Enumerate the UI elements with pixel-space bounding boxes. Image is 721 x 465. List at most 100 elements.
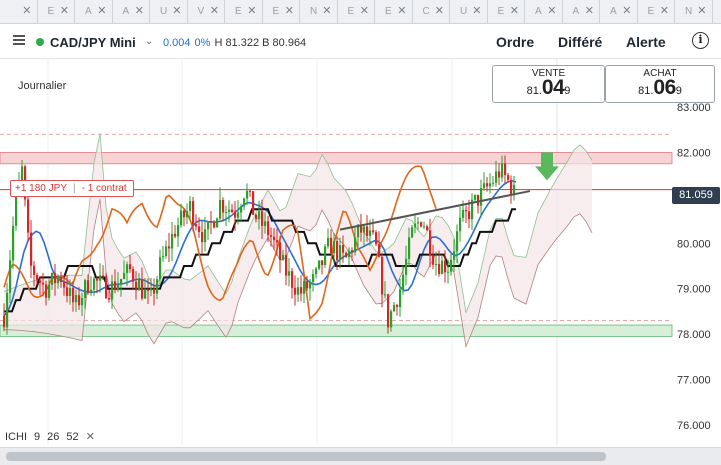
candle-body <box>405 258 408 275</box>
candle-body <box>231 209 234 213</box>
close-tab-icon[interactable]: ✕ <box>210 4 219 17</box>
instrument-tab[interactable]: ✕ <box>0 0 38 24</box>
candle-body <box>195 224 198 227</box>
candle-body <box>111 281 114 300</box>
candle-body <box>306 281 309 289</box>
close-tab-icon[interactable]: ✕ <box>172 4 181 17</box>
candle-body <box>366 226 369 236</box>
candle-body <box>27 199 30 233</box>
info-icon[interactable]: i <box>692 32 709 49</box>
close-tab-icon[interactable]: ✕ <box>622 4 631 17</box>
hamburger-menu-icon[interactable] <box>13 35 25 45</box>
candle-body <box>423 226 426 228</box>
instrument-tab[interactable]: N ✕ <box>300 0 338 24</box>
close-tab-icon[interactable]: ✕ <box>360 4 369 17</box>
candle-body <box>321 260 324 266</box>
candle-body <box>330 237 333 254</box>
candle-body <box>165 246 168 256</box>
instrument-tab[interactable]: N ✕ <box>675 0 713 24</box>
candle-body <box>261 211 264 226</box>
close-tab-icon[interactable]: ✕ <box>22 4 31 17</box>
buy-price-button[interactable]: ACHAT 81.069 <box>605 65 715 103</box>
close-tab-icon[interactable]: ✕ <box>660 4 669 17</box>
instrument-tab[interactable]: E ✕ <box>488 0 525 24</box>
candle-body <box>315 268 318 275</box>
close-tab-icon[interactable]: ✕ <box>435 4 444 17</box>
instrument-tab[interactable]: U ✕ <box>450 0 488 24</box>
instrument-symbol[interactable]: CAD/JPY Mini <box>50 35 136 50</box>
tab-label: E <box>347 6 355 17</box>
close-tab-icon[interactable]: ✕ <box>247 4 256 17</box>
close-tab-icon[interactable]: ✕ <box>472 4 481 17</box>
candle-body <box>291 271 294 288</box>
y-axis-tick-label: 80.000 <box>677 238 711 250</box>
remove-indicator-icon[interactable]: ✕ <box>86 431 95 443</box>
candle-body <box>75 295 78 303</box>
alert-button[interactable]: Alerte <box>626 34 666 50</box>
close-tab-icon[interactable]: ✕ <box>510 4 519 17</box>
instrument-tab[interactable]: A ✕ <box>113 0 150 24</box>
close-tab-icon[interactable]: ✕ <box>285 4 294 17</box>
candle-body <box>402 274 405 290</box>
instrument-tab[interactable]: U ✕ <box>150 0 188 24</box>
candle-body <box>78 295 81 306</box>
candle-body <box>129 264 132 270</box>
open-position-label[interactable]: +1 180 JPY | - 1 contrat <box>10 180 134 197</box>
candle-body <box>393 305 396 312</box>
candle-body <box>462 209 465 218</box>
scrollbar-thumb[interactable] <box>6 452 606 461</box>
price-change-percent: 0% <box>194 37 211 49</box>
deferred-order-button[interactable]: Différé <box>558 34 602 50</box>
ichimoku-label[interactable]: ICHI <box>5 431 27 443</box>
tab-label: C <box>422 6 430 17</box>
tab-label: E <box>385 6 392 17</box>
tab-label: U <box>160 6 168 17</box>
instrument-tab[interactable]: V ✕ <box>188 0 225 24</box>
candle-body <box>267 221 270 236</box>
market-open-status-icon <box>36 38 44 46</box>
close-tab-icon[interactable]: ✕ <box>585 4 594 17</box>
instrument-tab[interactable]: E ✕ <box>38 0 75 24</box>
close-tab-icon[interactable]: ✕ <box>135 4 144 17</box>
candle-body <box>99 275 102 281</box>
instrument-tab[interactable]: A ✕ <box>563 0 600 24</box>
order-button[interactable]: Ordre <box>496 34 534 50</box>
position-pnl: +1 180 JPY <box>15 183 67 194</box>
instrument-tab[interactable]: A ✕ <box>525 0 563 24</box>
candle-body <box>282 254 285 260</box>
instrument-tab[interactable]: E ✕ <box>338 0 375 24</box>
instrument-tab-strip: ✕ E ✕ A ✕ A ✕ U ✕ V ✕ E ✕ E ✕ N ✕ E ✕ E ✕ C ✕ U ✕ E ✕ A ✕ A ✕ A ✕ E ✕ N ✕ <box>0 0 721 24</box>
support-zone <box>0 324 673 337</box>
candle-body <box>384 294 387 296</box>
close-tab-icon[interactable]: ✕ <box>322 4 331 17</box>
instrument-tab[interactable]: E ✕ <box>263 0 300 24</box>
close-tab-icon[interactable]: ✕ <box>97 4 106 17</box>
candle-body <box>474 194 477 200</box>
candle-body <box>294 287 297 295</box>
instrument-tab[interactable]: E ✕ <box>638 0 675 24</box>
candle-body <box>198 226 201 233</box>
close-tab-icon[interactable]: ✕ <box>397 4 406 17</box>
candle-body <box>66 287 69 296</box>
timeframe-label[interactable]: Journalier <box>18 80 66 92</box>
candle-body <box>507 175 510 180</box>
instrument-tab[interactable]: E ✕ <box>225 0 263 24</box>
sell-price-button[interactable]: VENTE 81.049 <box>492 65 605 103</box>
instrument-tab[interactable]: A ✕ <box>600 0 638 24</box>
instrument-tab[interactable]: A ✕ <box>75 0 113 24</box>
chevron-down-icon[interactable]: ⌄ <box>145 36 153 47</box>
price-chart[interactable]: 83.00082.00081.00080.00079.00078.00077.0… <box>0 58 721 445</box>
candle-body <box>72 288 75 303</box>
candle-body <box>432 255 435 265</box>
close-tab-icon[interactable]: ✕ <box>60 4 69 17</box>
horizontal-scrollbar[interactable] <box>0 447 721 465</box>
close-tab-icon[interactable]: ✕ <box>697 4 706 17</box>
candle-body <box>9 260 12 293</box>
y-axis-tick-label: 83.000 <box>677 102 711 114</box>
candle-body <box>216 218 219 228</box>
close-tab-icon[interactable]: ✕ <box>547 4 556 17</box>
instrument-tab[interactable]: E ✕ <box>375 0 413 24</box>
candle-body <box>444 260 447 273</box>
candle-body <box>495 171 498 183</box>
instrument-tab[interactable]: C ✕ <box>413 0 450 24</box>
